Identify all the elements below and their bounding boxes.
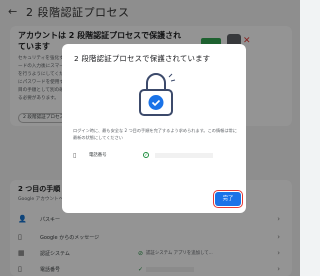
done-button[interactable]: 完了 <box>212 189 244 209</box>
check-circle-icon: ✓ <box>143 152 149 158</box>
dialog-phone-row: ▯ 電話番号 ✓ <box>73 150 239 160</box>
dialog-title: 2 段階認証プロセスで保護されています <box>74 54 211 63</box>
protection-dialog: 2 段階認証プロセスで保護されています ログイン時に、最も安全な 2 つ目の手順… <box>62 44 246 213</box>
lock-check-icon <box>134 69 178 117</box>
phone-label: 電話番号 <box>89 153 107 158</box>
dialog-description: ログイン時に、最も安全な 2 つ目の手順を完了するよう求められます。この情報は常… <box>73 128 237 140</box>
phone-icon: ▯ <box>73 151 77 159</box>
redacted-phone-value <box>155 153 213 158</box>
